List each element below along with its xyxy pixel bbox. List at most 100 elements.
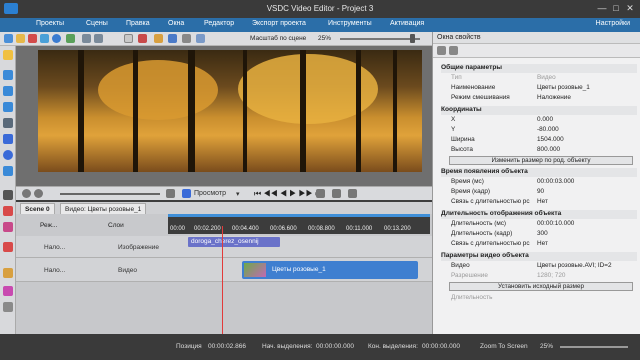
sort-icon[interactable] xyxy=(449,46,458,55)
zoom-slider-track[interactable] xyxy=(340,38,420,40)
music-tool-icon[interactable] xyxy=(3,286,13,296)
properties-toolbar xyxy=(433,44,640,58)
zoom-out-icon[interactable] xyxy=(34,189,43,198)
app-logo-icon xyxy=(4,3,18,14)
fullscreen-icon[interactable] xyxy=(332,189,341,198)
image-tool-icon[interactable] xyxy=(3,86,13,96)
pointer-tool-icon[interactable] xyxy=(3,50,13,60)
line-tool-icon[interactable] xyxy=(3,118,13,128)
track-blend[interactable]: Нало... xyxy=(44,244,65,251)
video-clip[interactable]: Цветы розовые_1 xyxy=(242,261,418,279)
prop-appear-ms: Время (мс) 00:00:03.000 xyxy=(451,178,575,185)
chart-tool-icon[interactable] xyxy=(3,206,13,216)
timeline-scrollbar[interactable] xyxy=(168,214,430,217)
status-zoom-value[interactable]: 25% xyxy=(540,343,553,350)
menu-activation[interactable]: Активация xyxy=(390,20,424,27)
status-zoom-slider[interactable] xyxy=(560,346,628,348)
text-tool-icon[interactable] xyxy=(3,190,13,200)
zoom-to-screen-button[interactable]: Zoom To Screen xyxy=(480,343,528,350)
prop-x: X 0.000 xyxy=(451,116,553,123)
new-icon[interactable] xyxy=(4,34,13,43)
timeline-empty-area[interactable] xyxy=(16,282,432,334)
cut-icon[interactable] xyxy=(28,34,37,43)
position-value: 00:00:02.866 xyxy=(208,343,246,350)
left-tool-palette xyxy=(0,46,16,334)
crop-icon[interactable] xyxy=(154,34,163,43)
paste-icon[interactable] xyxy=(66,34,75,43)
section-coords[interactable]: Координаты xyxy=(441,106,637,115)
tab-clip[interactable]: Видео: Цветы розовые_1 xyxy=(60,203,147,214)
image-clip[interactable]: doroga_cherez_osennij xyxy=(188,237,280,247)
preview-zoom-slider[interactable] xyxy=(60,193,160,195)
subtitle-tool-icon[interactable] xyxy=(3,302,13,312)
track-row-image[interactable]: Нало... Изображение doroga_cherez_osenni… xyxy=(16,236,432,258)
blend-header: Реж... xyxy=(40,222,58,229)
menu-editor[interactable]: Редактор xyxy=(204,20,234,27)
record-tool-icon[interactable] xyxy=(3,242,13,252)
shape-tool-icon[interactable] xyxy=(3,166,13,176)
align-icon[interactable] xyxy=(168,34,177,43)
playhead[interactable] xyxy=(222,226,223,334)
section-video[interactable]: Параметры видео объекта xyxy=(441,252,637,261)
track-type: Видео xyxy=(118,267,137,274)
zoom-slider-handle[interactable] xyxy=(410,34,415,43)
select-icon[interactable] xyxy=(124,34,133,43)
preview-label[interactable]: Просмотр xyxy=(194,190,226,197)
selection-start-label: Нач. выделения: xyxy=(262,343,313,350)
prop-resolution: Разрешение 1280; 720 xyxy=(451,272,566,279)
set-original-size-button[interactable]: Установить исходный размер xyxy=(449,282,633,291)
prop-y: Y -80.000 xyxy=(451,126,559,133)
fit-icon[interactable] xyxy=(166,189,175,198)
ellipse-tool-icon[interactable] xyxy=(3,150,13,160)
copy-icon[interactable] xyxy=(40,34,49,43)
grid-icon[interactable] xyxy=(196,34,205,43)
section-duration[interactable]: Длительность отображения объекта xyxy=(441,210,637,219)
delete-icon[interactable] xyxy=(138,34,147,43)
main-toolbar: Масштаб по сцене 25% xyxy=(0,32,432,46)
ruler-tick: 00:11.000 xyxy=(346,226,373,232)
settings-button[interactable]: Настройки xyxy=(596,20,630,27)
track-row-video[interactable]: Нало... Видео Цветы розовые_1 xyxy=(16,258,432,282)
menu-windows[interactable]: Окна xyxy=(168,20,184,27)
video-preview-frame[interactable] xyxy=(38,50,422,172)
layers-icon[interactable] xyxy=(182,34,191,43)
undo-icon[interactable] xyxy=(82,34,91,43)
resize-to-parent-button[interactable]: Изменить размер по род. объекту xyxy=(449,156,633,165)
zoom-label: Масштаб по сцене xyxy=(250,35,307,42)
categorized-icon[interactable] xyxy=(437,46,446,55)
effects-tool-icon[interactable] xyxy=(3,222,13,232)
audio-tool-icon[interactable] xyxy=(3,102,13,112)
prop-appear-link: Связь с длительностью рс Нет xyxy=(451,198,548,205)
record-icon[interactable] xyxy=(52,34,61,43)
timeline-tabs: Scene 0 Видео: Цветы розовые_1 xyxy=(16,202,432,214)
maximize-button[interactable]: □ xyxy=(610,3,622,14)
prop-video-file: Видео Цветы розовые.AVI; ID=2 xyxy=(451,262,612,269)
snapshot-icon[interactable] xyxy=(348,189,357,198)
menu-scenes[interactable]: Сцены xyxy=(86,20,108,27)
section-general[interactable]: Общие параметры xyxy=(441,64,637,73)
redo-icon[interactable] xyxy=(94,34,103,43)
ruler-tick: 00:00 xyxy=(170,226,186,232)
rectangle-tool-icon[interactable] xyxy=(3,134,13,144)
layers-header: Слои xyxy=(108,222,124,229)
open-icon[interactable] xyxy=(16,34,25,43)
tab-scene[interactable]: Scene 0 xyxy=(20,203,55,214)
loop-icon[interactable] xyxy=(316,189,325,198)
preview-dropdown-icon[interactable]: ▾ xyxy=(236,190,240,198)
track-blend[interactable]: Нало... xyxy=(44,267,65,274)
video-tool-icon[interactable] xyxy=(3,70,13,80)
section-appear[interactable]: Время появления объекта xyxy=(441,168,637,177)
menu-tools[interactable]: Инструменты xyxy=(328,20,372,27)
menu-projects[interactable]: Проекты xyxy=(36,20,64,27)
play-preview-icon[interactable] xyxy=(182,189,191,198)
menu-edit[interactable]: Правка xyxy=(126,20,150,27)
minimize-button[interactable]: — xyxy=(596,3,608,14)
zoom-value[interactable]: 25% xyxy=(318,35,331,42)
menu-export[interactable]: Экспорт проекта xyxy=(252,20,306,27)
time-ruler[interactable]: 00:00 00:02.200 00:04.400 00:06.600 00:0… xyxy=(168,216,430,234)
close-button[interactable]: ✕ xyxy=(624,3,636,14)
zoom-in-icon[interactable] xyxy=(22,189,31,198)
ruler-tick: 00:02.200 xyxy=(194,226,221,232)
transport-controls[interactable]: ⏮ ◀◀ ◀ ▶ ▶▶ ⏭ xyxy=(254,189,322,199)
sprite-tool-icon[interactable] xyxy=(3,268,13,278)
